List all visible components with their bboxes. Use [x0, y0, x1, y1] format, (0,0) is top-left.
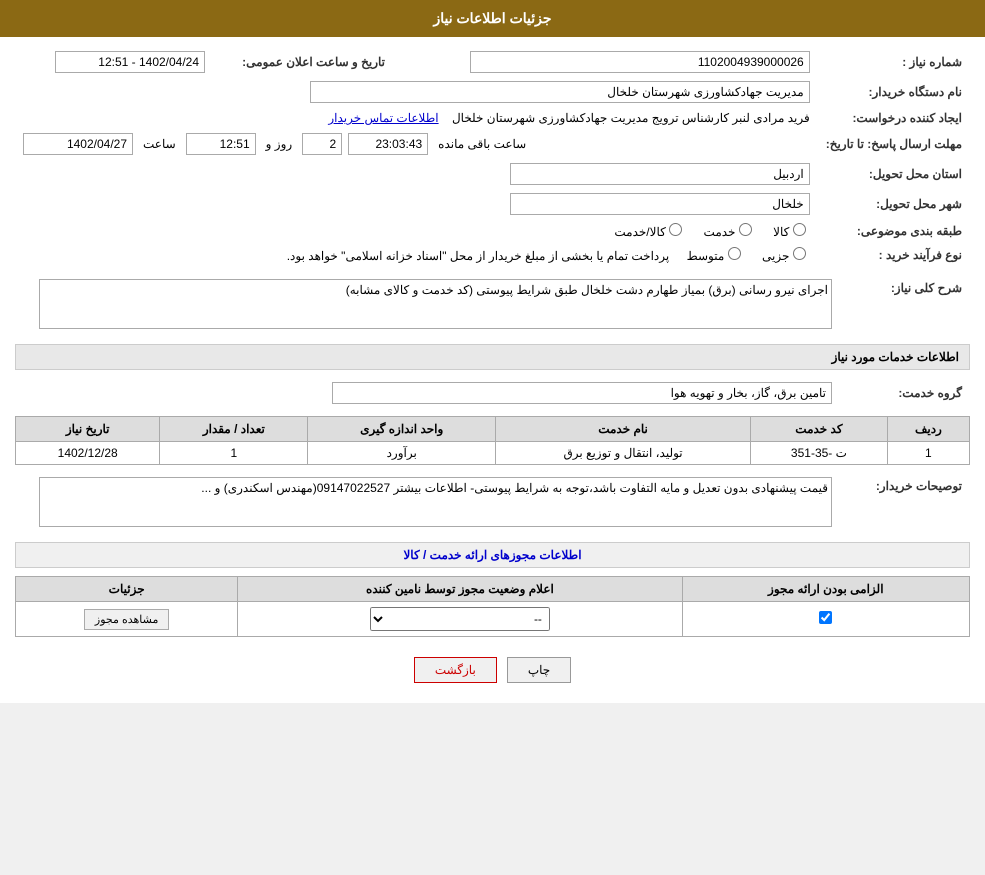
radio-khedmat[interactable]: [739, 223, 752, 236]
shahr-value: [15, 189, 818, 219]
mohlat-value: ساعت روز و ساعت باقی مانده: [15, 129, 818, 159]
col-nam-khedmat: نام خدمت: [496, 417, 751, 442]
nam-dastgah-value: [15, 77, 818, 107]
bottom-buttons: چاپ بازگشت: [15, 647, 970, 693]
ostan-input[interactable]: [510, 163, 810, 185]
ostan-value: [15, 159, 818, 189]
grooh-khedmat-table: گروه خدمت:: [15, 378, 970, 408]
time-input[interactable]: [186, 133, 256, 155]
radio-kala-khedmat[interactable]: [669, 223, 682, 236]
perm-elam-cell: --: [238, 602, 682, 637]
page-title: جزئیات اطلاعات نیاز: [433, 10, 551, 26]
farayand-text: پرداخت تمام یا بخشی از مبلغ خریدار از مح…: [287, 249, 670, 263]
nam-dastgah-label: نام دستگاه خریدار:: [818, 77, 970, 107]
main-content: شماره نیاز : تاریخ و ساعت اعلان عمومی: ن…: [0, 37, 985, 703]
tawsif-value: [15, 473, 840, 534]
date-input[interactable]: [23, 133, 133, 155]
nam-dastgah-input[interactable]: [310, 81, 810, 103]
perm-joziat-cell: مشاهده مجوز: [16, 602, 238, 637]
radio-motevaset-label: متوسط: [687, 249, 741, 263]
grooh-khedmat-value: [15, 378, 840, 408]
perm-elzam-checkbox[interactable]: [819, 611, 832, 624]
tawsif-label: توصیحات خریدار:: [840, 473, 970, 534]
shomara-niaz-label: شماره نیاز :: [818, 47, 970, 77]
grooh-khedmat-label: گروه خدمت:: [840, 378, 970, 408]
basic-info-table: شماره نیاز : تاریخ و ساعت اعلان عمومی: ن…: [15, 47, 970, 267]
tarikh-saat-input[interactable]: [55, 51, 205, 73]
baqi-mande-label: ساعت باقی مانده: [438, 137, 526, 151]
etelaat-tamas-link[interactable]: اطلاعات تماس خریدار: [328, 111, 438, 125]
radio-kala-label: کالا: [773, 225, 806, 239]
radio-motevaset[interactable]: [728, 247, 741, 260]
radio-kala-khedmat-label: کالا/خدمت: [614, 225, 682, 239]
perm-col-elam: اعلام وضعیت مجوز توسط نامین کننده: [238, 577, 682, 602]
tabaqe-label: طبقه بندی موضوعی:: [818, 219, 970, 243]
table-row: 1ت -35-351تولید، انتقال و توزیع برقبرآور…: [16, 442, 970, 465]
radio-khedmat-label: خدمت: [704, 225, 752, 239]
ostan-label: استان محل تحویل:: [818, 159, 970, 189]
rooz-label: روز و: [266, 137, 293, 151]
table-row: -- مشاهده مجوز: [16, 602, 970, 637]
permissions-table: الزامی بودن ارائه مجوز اعلام وضعیت مجوز …: [15, 576, 970, 637]
nove-farayand-label: نوع فرآیند خرید :: [818, 243, 970, 267]
time-label: ساعت: [143, 137, 176, 151]
tawsif-textarea[interactable]: [39, 477, 832, 527]
rooz-input[interactable]: [302, 133, 342, 155]
shomara-niaz-value: [393, 47, 818, 77]
ijad-konande-value: فرید مرادی لنبر کارشناس ترویج مدیریت جها…: [15, 107, 818, 129]
radio-kala[interactable]: [793, 223, 806, 236]
col-kod-khedmat: کد خدمت: [751, 417, 888, 442]
radio-jozei-label: جزیی: [762, 249, 806, 263]
col-vahed: واحد اندازه گیری: [308, 417, 496, 442]
ijad-konande-label: ایجاد کننده درخواست:: [818, 107, 970, 129]
permissions-section-title: اطلاعات مجوزهای ارائه خدمت / کالا: [15, 542, 970, 568]
sharh-label: شرح کلی نیاز:: [840, 275, 970, 336]
page-wrapper: جزئیات اطلاعات نیاز شماره نیاز : تاریخ و…: [0, 0, 985, 703]
sharh-value: [15, 275, 840, 336]
perm-elzam-cell: [682, 602, 969, 637]
col-tedad: تعداد / مقدار: [160, 417, 308, 442]
grooh-khedmat-input[interactable]: [332, 382, 832, 404]
services-section-title: اطلاعات خدمات مورد نیاز: [15, 344, 970, 370]
tarikh-saat-label: تاریخ و ساعت اعلان عمومی:: [213, 47, 393, 77]
shahr-input[interactable]: [510, 193, 810, 215]
tabaqe-value: کالا خدمت کالا/خدمت: [15, 219, 818, 243]
sharh-table: شرح کلی نیاز:: [15, 275, 970, 336]
col-radif: ردیف: [887, 417, 969, 442]
baqi-mande-input[interactable]: [348, 133, 428, 155]
mohlat-label: مهلت ارسال پاسخ: تا تاریخ:: [818, 129, 970, 159]
ijad-konande-text: فرید مرادی لنبر کارشناس ترویج مدیریت جها…: [452, 111, 810, 125]
perm-col-elzam: الزامی بودن ارائه مجوز: [682, 577, 969, 602]
shomara-niaz-input[interactable]: [470, 51, 810, 73]
page-header: جزئیات اطلاعات نیاز: [0, 0, 985, 37]
view-permit-button[interactable]: مشاهده مجوز: [84, 609, 169, 630]
print-button[interactable]: چاپ: [507, 657, 571, 683]
tarikh-saat-value: [15, 47, 213, 77]
perm-elam-select[interactable]: --: [370, 607, 550, 631]
nove-farayand-value: جزیی متوسط پرداخت تمام یا بخشی از مبلغ خ…: [15, 243, 818, 267]
shahr-label: شهر محل تحویل:: [818, 189, 970, 219]
perm-col-joziat: جزئیات: [16, 577, 238, 602]
services-data-table: ردیف کد خدمت نام خدمت واحد اندازه گیری ت…: [15, 416, 970, 465]
tawsif-table: توصیحات خریدار:: [15, 473, 970, 534]
sharh-textarea[interactable]: [39, 279, 832, 329]
col-tarikh: تاریخ نیاز: [16, 417, 160, 442]
radio-jozei[interactable]: [793, 247, 806, 260]
back-button[interactable]: بازگشت: [414, 657, 497, 683]
